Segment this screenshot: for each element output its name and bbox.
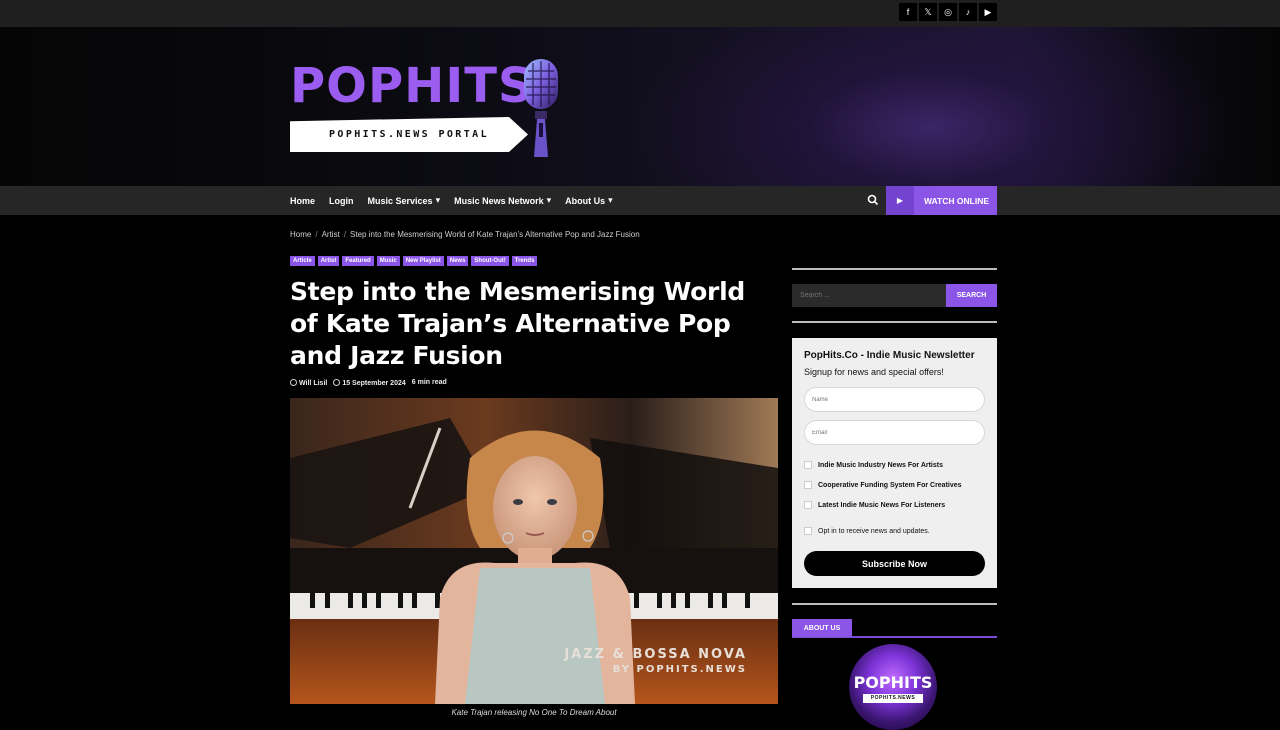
about-logo[interactable]: POPHITS POPHITS.NEWS [849, 644, 937, 730]
youtube-icon[interactable]: ▶ [979, 3, 997, 21]
email-field[interactable] [804, 420, 985, 445]
site-logo[interactable]: POPHITS [290, 59, 534, 113]
breadcrumb-home[interactable]: Home [290, 230, 311, 239]
sidebar-divider [792, 321, 997, 323]
nav-home[interactable]: Home [290, 196, 315, 206]
chevron-down-icon: ▾ [435, 195, 441, 205]
site-header: POPHITS POPHITS.NEWS PORTAL [0, 27, 1280, 186]
tag-music[interactable]: Music [376, 256, 400, 266]
newsletter-widget: PopHits.Co - Indie Music Newsletter Sign… [792, 338, 997, 588]
article-date: 15 September 2024 [333, 379, 406, 387]
newsletter-subtitle: Signup for news and special offers! [804, 367, 944, 377]
option-listeners[interactable]: Latest Indie Music News For Listeners [804, 495, 985, 515]
tag-shout-out[interactable]: Shout-Out! [471, 256, 509, 266]
search-input[interactable] [792, 284, 946, 307]
breadcrumb-current: Step into the Mesmerising World of Kate … [350, 230, 640, 239]
checkbox[interactable] [804, 501, 812, 509]
top-bar: f 𝕏 ◎ ♪ ▶ [0, 0, 1280, 27]
newsletter-title: PopHits.Co - Indie Music Newsletter [804, 350, 975, 361]
opt-in-checkbox[interactable]: Opt in to receive news and updates. [804, 521, 985, 541]
nav-music-news-network[interactable]: Music News Network ▾ [454, 195, 551, 206]
featured-image: JAZZ & BOSSA NOVA BY POPHITS.NEWS [290, 398, 778, 704]
option-artists[interactable]: Indie Music Industry News For Artists [804, 455, 985, 475]
nav-music-services[interactable]: Music Services ▾ [368, 195, 441, 206]
image-overlay-title: JAZZ & BOSSA NOVA [563, 647, 747, 662]
about-logo-banner: POPHITS.NEWS [863, 694, 923, 703]
name-field[interactable] [804, 387, 985, 412]
option-creatives[interactable]: Cooperative Funding System For Creatives [804, 475, 985, 495]
checkbox[interactable] [804, 481, 812, 489]
nav-login[interactable]: Login [329, 196, 354, 206]
breadcrumb-separator: / [315, 230, 318, 239]
search-button[interactable]: SEARCH [946, 284, 997, 307]
featured-image-illustration: JAZZ & BOSSA NOVA BY POPHITS.NEWS [290, 398, 778, 704]
newsletter-options: Indie Music Industry News For Artists Co… [804, 455, 985, 541]
subscribe-button[interactable]: Subscribe Now [804, 551, 985, 576]
image-caption: Kate Trajan releasing No One To Dream Ab… [451, 708, 617, 717]
breadcrumb-separator: / [343, 230, 347, 239]
about-us-heading: ABOUT US [792, 619, 852, 637]
sidebar-search: SEARCH [792, 284, 997, 307]
instagram-icon[interactable]: ◎ [939, 3, 957, 21]
social-links: f 𝕏 ◎ ♪ ▶ [899, 3, 997, 21]
watch-online-button[interactable]: ▶ WATCH ONLINE [886, 186, 997, 215]
sidebar-divider [792, 603, 997, 605]
microphone-icon [524, 59, 558, 157]
chevron-down-icon: ▾ [608, 195, 613, 205]
breadcrumb: Home / Artist / Step into the Mesmerisin… [290, 230, 640, 239]
clock-icon [333, 379, 341, 386]
breadcrumb-artist[interactable]: Artist [322, 230, 340, 239]
x-icon[interactable]: 𝕏 [919, 3, 937, 21]
category-tags: Article Artist Featured Music New Playli… [290, 256, 538, 266]
article-author[interactable]: Will Lisil [290, 379, 327, 387]
logo-banner: POPHITS.NEWS PORTAL [290, 117, 528, 152]
chevron-down-icon: ▾ [546, 195, 552, 205]
image-overlay-subtitle: BY POPHITS.NEWS [613, 664, 747, 675]
nav-about-us[interactable]: About Us ▾ [565, 195, 613, 206]
tag-trends[interactable]: Trends [511, 256, 538, 266]
tiktok-icon[interactable]: ♪ [959, 3, 977, 21]
main-nav: Home Login Music Services ▾ Music News Ne… [0, 186, 1280, 215]
article-title: Step into the Mesmerising World of Kate … [290, 277, 745, 370]
checkbox[interactable] [804, 527, 812, 535]
search-icon[interactable] [866, 193, 880, 207]
read-time: 6 min read [411, 379, 447, 386]
facebook-icon[interactable]: f [899, 3, 917, 21]
play-icon: ▶ [886, 186, 914, 215]
tag-article[interactable]: Article [290, 256, 315, 266]
tag-news[interactable]: News [446, 256, 469, 266]
tag-artist[interactable]: Artist [317, 256, 340, 266]
user-icon [290, 379, 297, 386]
tag-new-playlist[interactable]: New Playlist [402, 256, 444, 266]
site-tagline: POPHITS.NEWS PORTAL [329, 129, 489, 140]
about-logo-text: POPHITS [853, 673, 933, 692]
article-meta: Will Lisil 15 September 2024 6 min read [290, 379, 447, 387]
checkbox[interactable] [804, 461, 812, 469]
tag-featured[interactable]: Featured [342, 256, 374, 266]
sidebar-divider [792, 268, 997, 270]
